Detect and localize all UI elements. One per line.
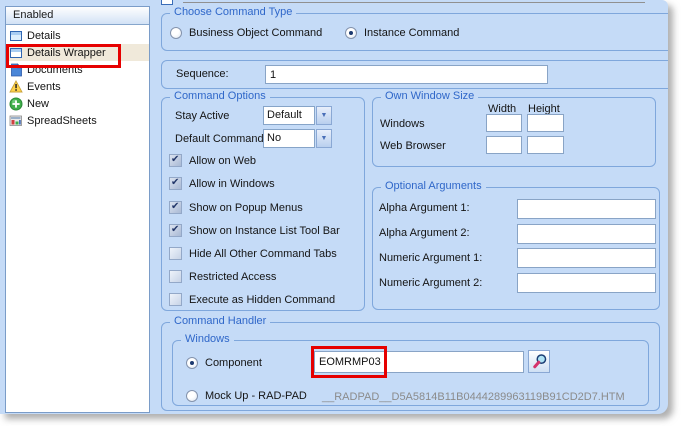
sidebar-item-label: Details Wrapper (27, 46, 106, 59)
sequence-label: Sequence: (176, 68, 229, 80)
checkbox-show-on-popup-menus[interactable] (169, 201, 182, 214)
windows-height-input[interactable] (527, 114, 564, 132)
radio-label: Business Object Command (189, 27, 323, 39)
checkbox-label: Show on Instance List Tool Bar (189, 225, 340, 237)
sidebar-item-label: SpreadSheets (27, 114, 97, 127)
sidebar-item-label: Events (27, 80, 61, 93)
checkbox-show-on-instance-list-tool-bar[interactable] (169, 224, 182, 237)
numeric-argument-2-input[interactable] (517, 273, 656, 293)
screen: Enabled Details Details Wrapper Document… (0, 0, 684, 426)
alpha-argument-1-input[interactable] (517, 199, 656, 219)
sidebar-item-events[interactable]: Events (6, 78, 149, 95)
checkbox-label: Hide All Other Command Tabs (189, 248, 337, 260)
group-title: Choose Command Type (170, 6, 297, 18)
alpha-argument-2-input[interactable] (517, 224, 656, 244)
component-lookup-button[interactable] (528, 350, 550, 373)
group-title: Command Handler (170, 315, 271, 327)
sidebar-item-label: Documents (27, 63, 83, 76)
app-window: Enabled Details Details Wrapper Document… (0, 0, 668, 414)
alpha-argument-2-label: Alpha Argument 2: (379, 227, 470, 239)
group-title: Windows (181, 333, 234, 345)
chevron-down-icon[interactable]: ▼ (316, 106, 332, 125)
radio-business-object-command[interactable] (170, 27, 182, 39)
group-title: Optional Arguments (381, 180, 486, 192)
checkbox-label: Execute as Hidden Command (189, 294, 336, 306)
sidebar-item-details-wrapper[interactable]: Details Wrapper (6, 44, 149, 61)
radio-label: Instance Command (364, 27, 460, 39)
component-input[interactable] (314, 351, 524, 373)
document-icon (9, 62, 23, 77)
sidebar-header: Enabled (6, 7, 149, 25)
radio-component[interactable] (186, 357, 198, 369)
checkbox-label: Restricted Access (189, 271, 277, 283)
default-command-label: Default Command (175, 133, 264, 145)
add-icon (9, 97, 23, 111)
group-title: Own Window Size (381, 90, 479, 102)
window-icon (9, 46, 23, 60)
sidebar-item-new[interactable]: New (6, 95, 149, 112)
mock-up-file-name: __RADPAD__D5A5814B11B0444289963119B91CD2… (322, 391, 625, 403)
sidebar-item-documents[interactable]: Documents (6, 61, 149, 78)
windows-row-label: Windows (380, 118, 425, 130)
sequence-input[interactable] (265, 65, 548, 84)
group-title: Command Options (170, 90, 270, 102)
checkbox-hide-all-other-command-tabs[interactable] (169, 247, 182, 260)
numeric-argument-2-label: Numeric Argument 2: (379, 277, 483, 289)
cutoff-checkbox-icon (161, 0, 173, 5)
checkbox-label: Allow in Windows (189, 178, 275, 190)
numeric-argument-1-label: Numeric Argument 1: (379, 252, 483, 264)
checkbox-allow-on-web[interactable] (169, 154, 182, 167)
radio-instance-command[interactable] (345, 27, 357, 39)
checkbox-label: Show on Popup Menus (189, 202, 303, 214)
sidebar-item-label: New (27, 97, 50, 110)
alpha-argument-1-label: Alpha Argument 1: (379, 202, 470, 214)
mock-up-label: Mock Up - RAD-PAD (205, 390, 307, 402)
checkbox-restricted-access[interactable] (169, 270, 182, 283)
radio-mock-up-rad-pad[interactable] (186, 390, 198, 402)
sidebar-item-spreadsheets[interactable]: SpreadSheets (6, 112, 149, 129)
search-icon (531, 353, 548, 370)
sidebar-item-label: Details (27, 29, 61, 42)
checkbox-label: Allow on Web (189, 155, 257, 167)
web-browser-width-input[interactable] (486, 136, 522, 154)
spreadsheet-icon (9, 114, 23, 128)
warning-icon (9, 80, 23, 94)
component-label: Component (205, 357, 262, 369)
dropdown-value: Default (263, 106, 315, 125)
sidebar-item-details[interactable]: Details (6, 27, 149, 44)
web-browser-height-input[interactable] (527, 136, 564, 154)
stay-active-dropdown[interactable]: Default ▼ (263, 106, 332, 125)
stay-active-label: Stay Active (175, 110, 230, 122)
default-command-dropdown[interactable]: No ▼ (263, 129, 332, 148)
checkbox-allow-in-windows[interactable] (169, 177, 182, 190)
window-icon (9, 29, 23, 43)
cutoff-text-fragment (183, 2, 645, 3)
checkbox-execute-as-hidden-command[interactable] (169, 293, 182, 306)
web-browser-row-label: Web Browser (380, 140, 446, 152)
sidebar: Enabled Details Details Wrapper Document… (5, 6, 150, 413)
dropdown-value: No (263, 129, 315, 148)
chevron-down-icon[interactable]: ▼ (316, 129, 332, 148)
numeric-argument-1-input[interactable] (517, 248, 656, 268)
windows-width-input[interactable] (486, 114, 522, 132)
